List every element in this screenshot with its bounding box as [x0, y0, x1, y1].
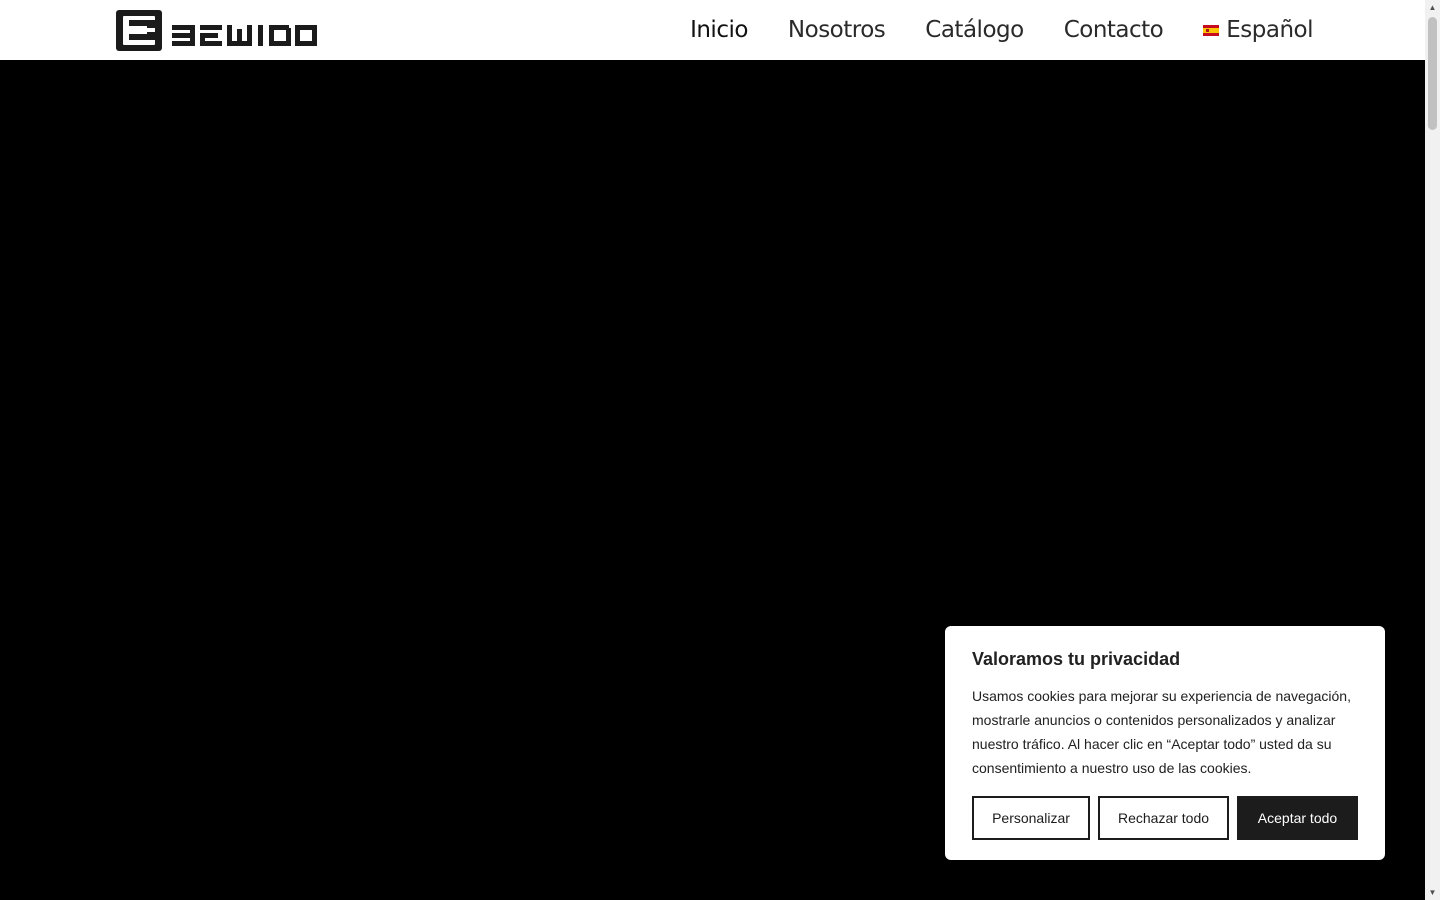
- bewido-logo-icon: [116, 10, 317, 51]
- language-switcher[interactable]: Español: [1203, 17, 1313, 43]
- spain-flag-icon: [1203, 24, 1220, 36]
- scroll-down-arrow-icon[interactable]: ▼: [1425, 885, 1440, 900]
- nav-inicio[interactable]: Inicio: [690, 17, 748, 43]
- nav-nosotros[interactable]: Nosotros: [788, 17, 886, 43]
- scroll-up-arrow-icon[interactable]: ▲: [1425, 0, 1440, 15]
- cookie-button-row: Personalizar Rechazar todo Aceptar todo: [972, 796, 1358, 840]
- main-nav: Inicio Nosotros Catálogo Contacto Españo…: [690, 0, 1313, 60]
- accept-all-button[interactable]: Aceptar todo: [1237, 796, 1358, 840]
- language-label: Español: [1226, 17, 1313, 43]
- bewido-logo[interactable]: [114, 9, 318, 53]
- reject-all-button[interactable]: Rechazar todo: [1098, 796, 1229, 840]
- cookie-consent-banner: Valoramos tu privacidad Usamos cookies p…: [945, 626, 1385, 860]
- customize-button[interactable]: Personalizar: [972, 796, 1090, 840]
- cookie-title: Valoramos tu privacidad: [972, 649, 1181, 669]
- vertical-scrollbar[interactable]: ▲ ▼: [1425, 0, 1440, 900]
- page: Inicio Nosotros Catálogo Contacto Españo…: [0, 0, 1440, 900]
- cookie-description: Usamos cookies para mejorar su experienc…: [972, 688, 1351, 776]
- scrollbar-thumb[interactable]: [1428, 17, 1437, 130]
- nav-catalogo[interactable]: Catálogo: [925, 17, 1024, 43]
- nav-contacto[interactable]: Contacto: [1064, 17, 1164, 43]
- site-header: Inicio Nosotros Catálogo Contacto Españo…: [0, 0, 1425, 60]
